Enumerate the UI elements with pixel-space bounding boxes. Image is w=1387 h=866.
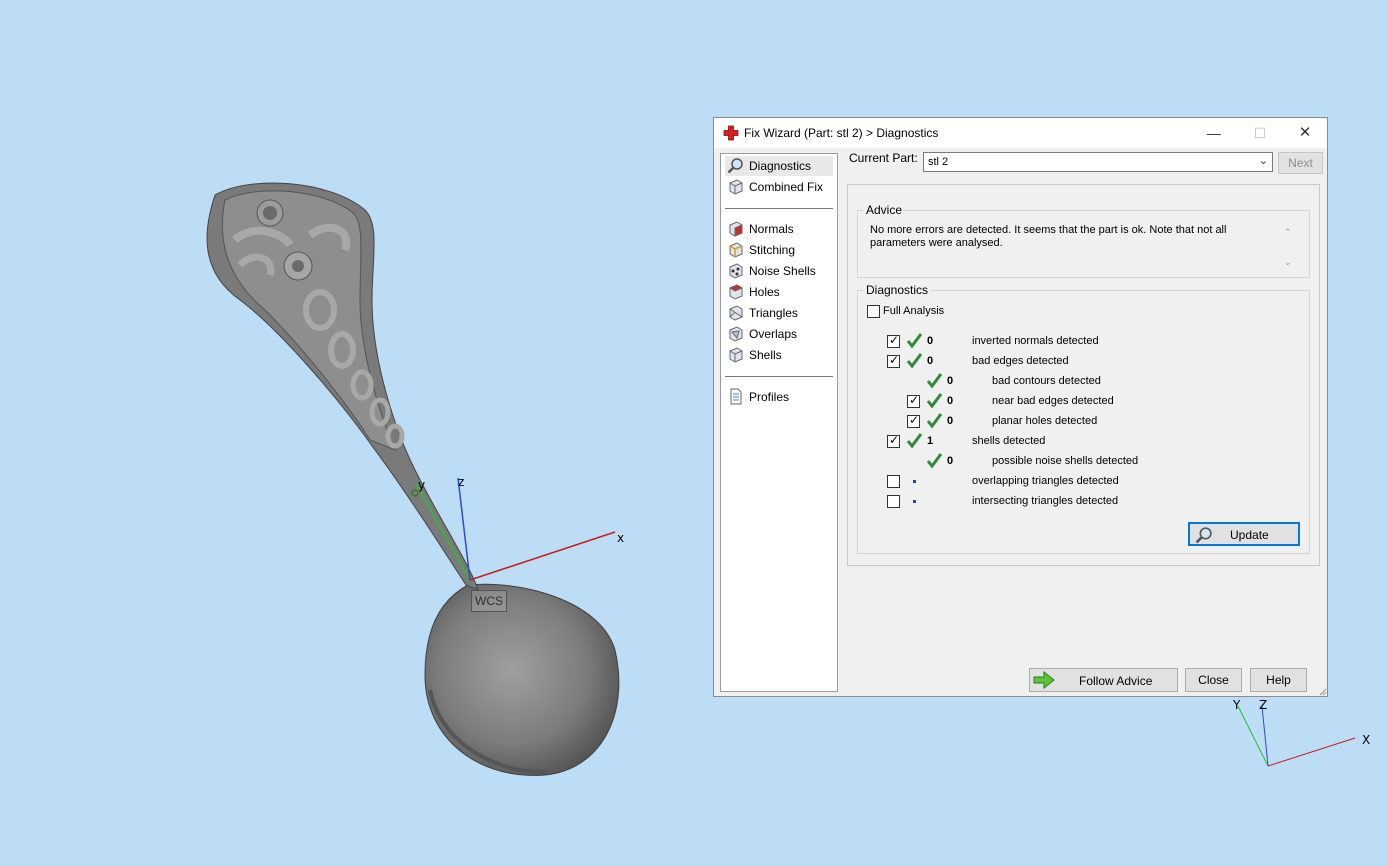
holes-cube-icon — [728, 284, 744, 300]
check-icon — [906, 333, 923, 349]
follow-advice-button[interactable]: Follow Advice — [1029, 668, 1178, 692]
cube-icon — [729, 179, 743, 195]
maximize-button[interactable]: ☐ — [1237, 118, 1283, 148]
row-count: 0 — [927, 335, 934, 347]
nav-separator — [725, 208, 833, 209]
nav-label: Holes — [749, 285, 780, 299]
row-count: 0 — [947, 415, 954, 427]
nav-label: Overlaps — [749, 327, 798, 341]
update-button[interactable]: Update — [1188, 522, 1300, 546]
help-button[interactable]: Help — [1250, 668, 1307, 692]
row-text: overlapping triangles detected — [972, 475, 1119, 487]
row-text: bad contours detected — [992, 375, 1101, 387]
title-bar[interactable]: Fix Wizard (Part: stl 2) > Diagnostics —… — [714, 118, 1327, 148]
diagnostics-title: Diagnostics — [864, 283, 931, 297]
bad-edges-checkbox[interactable]: ✓ — [887, 353, 900, 368]
arrow-right-icon — [1033, 671, 1055, 689]
row-text: inverted normals detected — [972, 335, 1099, 347]
current-part-value: stl 2 — [928, 156, 949, 168]
chevron-down-icon: ⌄ — [1258, 155, 1268, 167]
nav-label: Diagnostics — [749, 159, 812, 173]
shells-checkbox[interactable]: ✓ — [887, 433, 900, 448]
nav-item-triangles[interactable]: Triangles — [725, 303, 833, 323]
check-icon — [926, 393, 943, 409]
next-button[interactable]: Next — [1278, 152, 1323, 174]
row-text: planar holes detected — [992, 415, 1098, 427]
shells-cube-icon — [729, 347, 743, 363]
nav-label: Noise Shells — [749, 264, 816, 278]
nav-label: Stitching — [749, 243, 796, 257]
inverted-normals-checkbox[interactable]: ✓ — [887, 333, 900, 348]
stitching-cube-icon — [729, 242, 743, 258]
z-axis-label: z — [458, 475, 465, 489]
row-text: shells detected — [972, 435, 1046, 447]
check-icon — [926, 373, 943, 389]
nav-item-stitching[interactable]: Stitching — [725, 240, 833, 260]
corner-y-axis-label: Y — [1233, 698, 1241, 712]
advice-title: Advice — [864, 203, 905, 217]
follow-advice-label: Follow Advice — [1079, 674, 1153, 688]
corner-x-axis-label: X — [1362, 733, 1371, 747]
intersecting-triangles-checkbox[interactable] — [887, 495, 900, 508]
update-label: Update — [1230, 528, 1269, 542]
nav-item-diagnostics[interactable]: Diagnostics — [725, 156, 833, 176]
close-window-button[interactable]: ✕ — [1282, 118, 1328, 148]
nav-label: Combined Fix — [749, 180, 824, 194]
minimize-button[interactable]: — — [1191, 118, 1237, 148]
resize-grip-icon[interactable] — [1318, 687, 1327, 696]
near-bad-edges-checkbox[interactable]: ✓ — [907, 393, 920, 408]
nav-separator — [725, 376, 833, 377]
overlaps-cube-icon — [729, 326, 743, 342]
nav-item-normals[interactable]: Normals — [725, 219, 833, 239]
planar-holes-checkbox[interactable]: ✓ — [907, 413, 920, 428]
nav-item-overlaps[interactable]: Overlaps — [725, 324, 833, 344]
current-part-label: Current Part: — [849, 151, 918, 165]
row-count: 0 — [947, 455, 954, 467]
check-icon — [906, 433, 923, 449]
x-axis-label: x — [617, 531, 625, 545]
not-analysed-dot-icon — [913, 480, 916, 483]
full-analysis-checkbox[interactable] — [867, 305, 880, 318]
triangles-cube-icon — [729, 305, 743, 321]
nav-label: Shells — [749, 348, 782, 362]
overlapping-triangles-checkbox[interactable] — [887, 475, 900, 488]
close-button[interactable]: Close — [1185, 668, 1242, 692]
nav-panel: Diagnostics Combined Fix Normals Stitchi… — [720, 153, 838, 692]
normals-cube-icon — [729, 221, 743, 237]
row-text: bad edges detected — [972, 355, 1069, 367]
row-count: 1 — [927, 435, 934, 447]
dialog-title: Fix Wizard (Part: stl 2) > Diagnostics — [744, 126, 939, 140]
check-icon — [926, 413, 943, 429]
y-axis-label: y — [418, 478, 426, 492]
scroll-up-icon[interactable]: ⌃ — [1284, 227, 1292, 238]
row-text: intersecting triangles detected — [972, 495, 1119, 507]
profiles-document-icon — [730, 388, 742, 405]
nav-item-shells[interactable]: Shells — [725, 345, 833, 365]
check-icon — [926, 453, 943, 469]
nav-item-holes[interactable]: Holes — [725, 282, 833, 302]
nav-item-combined-fix[interactable]: Combined Fix — [725, 177, 833, 197]
scroll-down-icon[interactable]: ⌄ — [1284, 257, 1292, 268]
nav-item-noise-shells[interactable]: Noise Shells — [725, 261, 833, 281]
row-count: 0 — [947, 375, 954, 387]
current-part-select[interactable]: stl 2 ⌄ — [923, 152, 1273, 172]
wcs-label: WCS — [471, 590, 507, 612]
row-count: 0 — [927, 355, 934, 367]
check-icon — [906, 353, 923, 369]
row-text: near bad edges detected — [992, 395, 1114, 407]
nav-item-profiles[interactable]: Profiles — [725, 387, 833, 407]
nav-label: Triangles — [749, 306, 798, 320]
corner-z-axis-label: Z — [1259, 698, 1268, 712]
row-text: possible noise shells detected — [992, 455, 1139, 467]
nav-label: Normals — [749, 222, 794, 236]
row-count: 0 — [947, 395, 954, 407]
magnifier-icon — [1195, 527, 1212, 544]
medical-cross-icon — [723, 125, 739, 141]
magnifier-icon — [727, 158, 743, 174]
noise-shells-icon — [729, 263, 743, 279]
full-analysis-label: Full Analysis — [883, 305, 945, 317]
advice-text: No more errors are detected. It seems th… — [870, 224, 1227, 249]
nav-label: Profiles — [749, 390, 790, 404]
not-analysed-dot-icon — [913, 500, 916, 503]
